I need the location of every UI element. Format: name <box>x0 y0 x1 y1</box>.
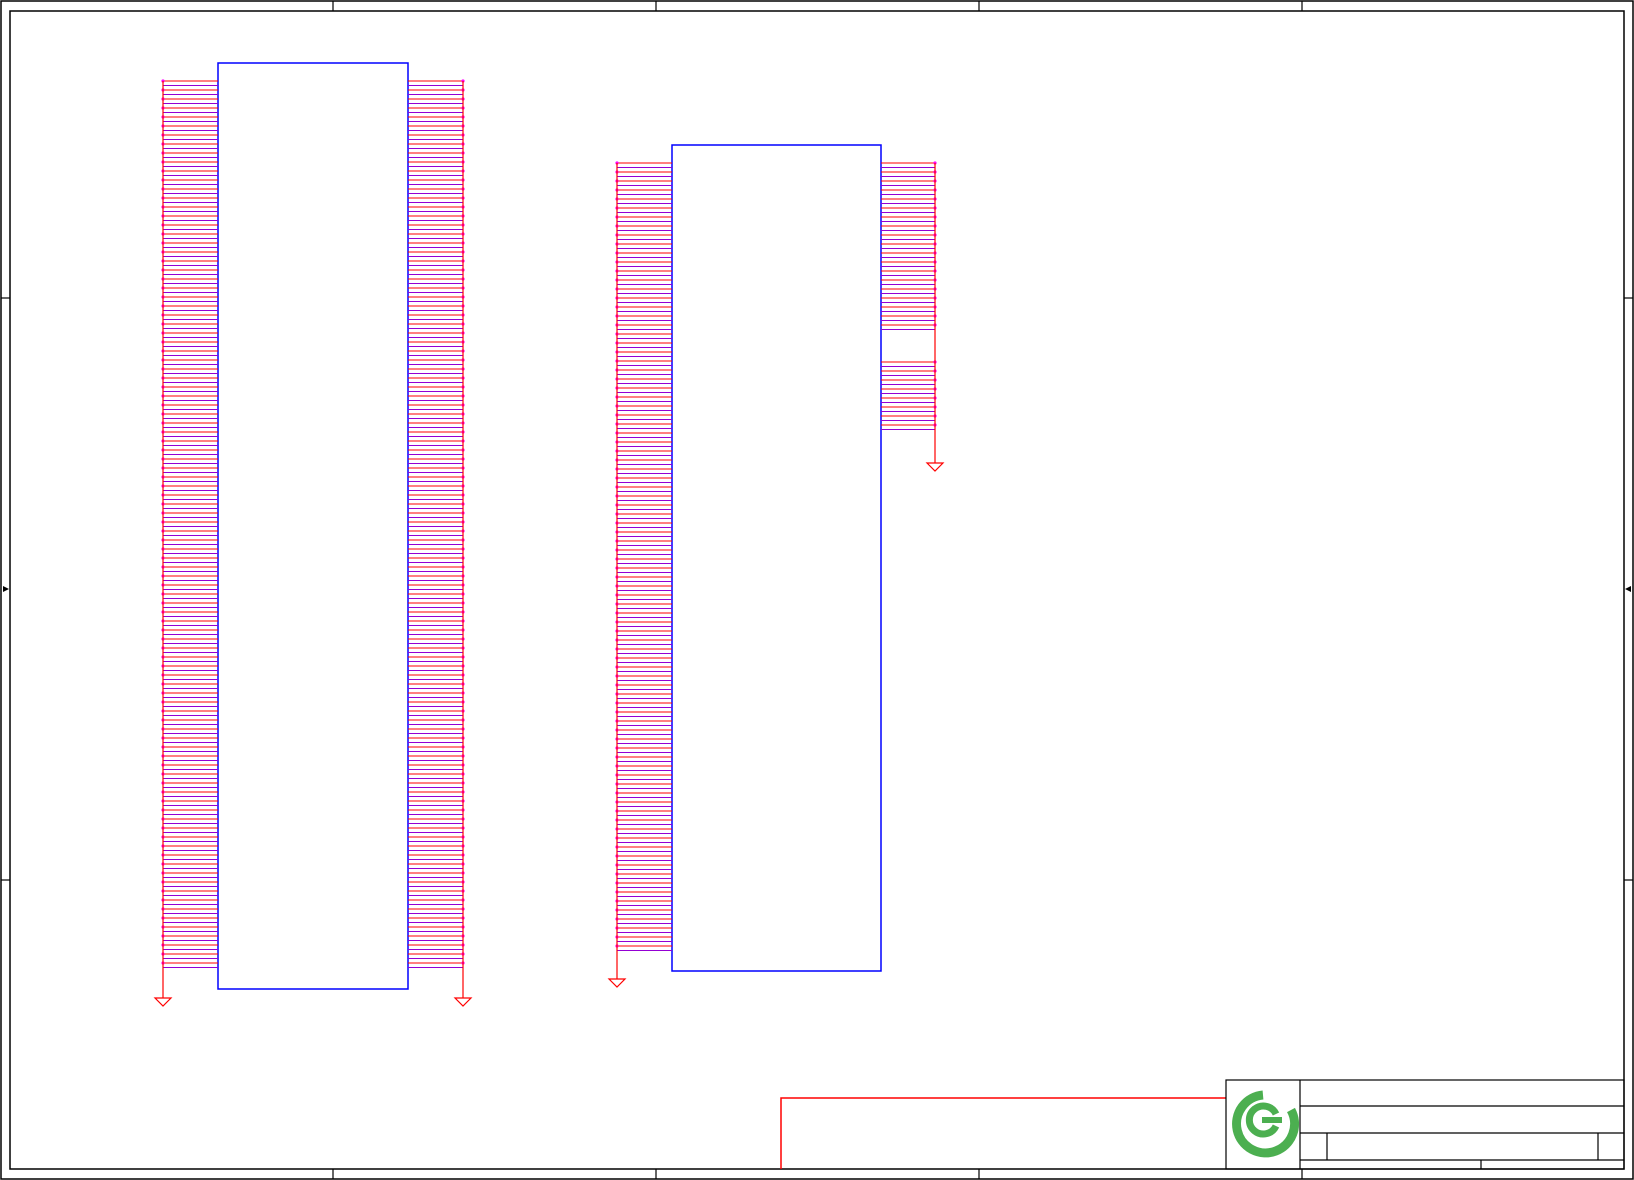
component-u1-left-pins <box>161 79 218 998</box>
ground-symbol-icon <box>153 997 173 1007</box>
sheet-outer-border <box>0 0 1634 1180</box>
ground-symbols <box>153 462 945 1007</box>
component-u2 <box>615 144 937 979</box>
center-arrows <box>3 586 1631 592</box>
ground-symbol-icon <box>607 978 627 988</box>
zone-ticks <box>1 1 1633 1179</box>
component-u1-right-pins <box>408 79 465 998</box>
component-u2-left-pins <box>615 161 672 979</box>
component-u1 <box>161 62 465 998</box>
company-logo-icon <box>1232 1090 1300 1158</box>
title-block <box>1225 1079 1625 1170</box>
ground-symbol-icon <box>453 997 473 1007</box>
notes-box <box>780 1097 1226 1169</box>
schematic-sheet <box>0 0 1634 1180</box>
sheet-inner-border <box>9 10 1625 1170</box>
component-u2-body <box>671 144 882 972</box>
component-u2-right-pins <box>881 161 937 463</box>
component-u1-body <box>217 62 409 990</box>
ground-symbol-icon <box>925 462 945 472</box>
